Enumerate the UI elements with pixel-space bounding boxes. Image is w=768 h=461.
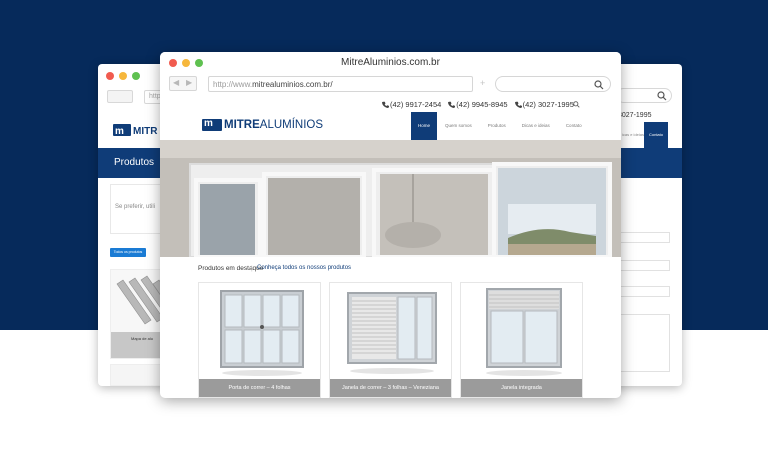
menu-item-contato[interactable]: Contato: [558, 112, 590, 140]
info-text: Se preferir, utili: [115, 204, 156, 210]
product-card[interactable]: Porta de correr – 4 folhas: [198, 282, 321, 398]
menu-item-label: Contato: [648, 132, 663, 137]
product-image: [461, 283, 582, 381]
shutter-window-image: [347, 292, 437, 374]
svg-text:m: m: [115, 126, 124, 136]
url-prefix: http://www.: [213, 80, 253, 89]
minimize-dot[interactable]: [119, 72, 127, 80]
phone-entry: (42) 9917-2454: [382, 100, 441, 109]
window-title: MitreAluminios.com.br: [341, 57, 440, 68]
search-icon: [657, 91, 667, 101]
featured-title: Produtos em destaque: [198, 265, 264, 272]
menu-item-dicas[interactable]: Dicas e ideias: [514, 112, 558, 140]
logo-mark: m: [202, 118, 222, 131]
product-caption-bar: Porta de correr – 4 folhas: [199, 379, 320, 397]
form-field[interactable]: [620, 286, 670, 297]
phone-icon: [514, 101, 522, 108]
sliding-door-image: [220, 290, 304, 376]
phone-number: (42) 3027-1995: [522, 100, 574, 109]
close-dot[interactable]: [106, 72, 114, 80]
hero-window-photo: [160, 140, 621, 257]
logo-brand-rest: ALUMÍNIOS: [259, 119, 324, 131]
form-field[interactable]: [620, 260, 670, 271]
nav-buttons[interactable]: [107, 90, 133, 103]
phone-number: (42) 9945-8945: [456, 100, 508, 109]
search-bar[interactable]: [616, 88, 672, 103]
window-controls: [106, 72, 140, 80]
search-icon: [594, 80, 604, 90]
maximize-dot[interactable]: [132, 72, 140, 80]
url-host: mitrealuminios.com.br/: [252, 80, 333, 89]
product-name: Porta de correr – 4 folhas: [228, 385, 291, 391]
phone-entry: (42) 9945-8945: [448, 100, 508, 109]
featured-separator: |: [251, 265, 253, 272]
phone-icon: [448, 101, 456, 108]
new-tab-icon[interactable]: +: [480, 78, 485, 88]
product-caption: Mapa de alu: [131, 336, 154, 341]
phone-entry: (42) 3027-1995: [514, 100, 574, 109]
browser-window-main: MitreAluminios.com.br ◀ ▶ http://www.mit…: [160, 52, 621, 398]
menu-item-dicas[interactable]: icas e ideias: [622, 124, 644, 146]
forward-icon[interactable]: ▶: [186, 78, 192, 87]
product-name: Janela integrada: [501, 385, 542, 391]
section-title: Produtos: [114, 157, 155, 168]
search-bar[interactable]: [495, 76, 611, 92]
product-card[interactable]: Janela integrada: [460, 282, 583, 398]
product-caption-bar: Janela de correr – 3 folhas – Veneziana: [330, 379, 451, 397]
phone-list: (42) 9917-2454 (42) 9945-8945 (42) 3027-…: [382, 100, 574, 109]
filter-all-button[interactable]: Todos os produtos: [110, 248, 146, 257]
integrated-window-image: [486, 288, 562, 376]
form-field[interactable]: [620, 232, 670, 243]
address-bar[interactable]: http://www.mitrealuminios.com.br/: [208, 76, 473, 92]
product-caption-bar: Janela integrada: [461, 379, 582, 397]
site-logo[interactable]: m MITRE ALUMÍNIOS: [202, 118, 324, 131]
logo-brand-bold: MITRE: [224, 119, 260, 131]
nav-buttons: ◀ ▶: [169, 76, 197, 91]
menu-item-contato[interactable]: Contato: [644, 122, 668, 148]
menu-item-produtos[interactable]: Produtos: [480, 112, 514, 140]
product-image: [199, 283, 320, 381]
message-textarea[interactable]: [620, 314, 670, 372]
phone-icon: [382, 101, 389, 108]
product-name: Janela de correr – 3 folhas – Veneziana: [342, 385, 439, 391]
main-menu: Home Quem somos Produtos Dicas e ideias …: [411, 112, 590, 140]
all-products-link[interactable]: Conheça todos os nossos produtos: [257, 265, 351, 271]
back-icon[interactable]: ◀: [173, 78, 179, 87]
logo-text: MITR: [133, 126, 158, 136]
filter-all-label: Todos os produtos: [113, 250, 143, 254]
site-search-icon[interactable]: [573, 101, 580, 108]
product-image: [330, 283, 451, 381]
phone-number: 3027-1995: [618, 112, 652, 119]
menu-item-home[interactable]: Home: [411, 112, 438, 140]
phone-number: (42) 9917-2454: [390, 100, 442, 109]
hero-banner: [160, 140, 621, 257]
menu-item-quem-somos[interactable]: Quem somos: [437, 112, 480, 140]
product-card[interactable]: Janela de correr – 3 folhas – Veneziana: [329, 282, 452, 398]
